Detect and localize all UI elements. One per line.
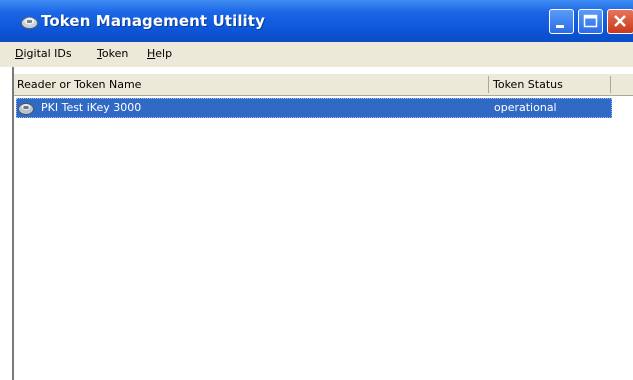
column-header-status[interactable]: Token Status: [493, 78, 563, 91]
title-bar[interactable]: Token Management Utility: [0, 0, 633, 42]
menu-bar: Digital IDs Token Help: [0, 42, 633, 67]
token-name-cell: PKI Test iKey 3000: [41, 101, 142, 114]
token-icon: [21, 17, 38, 29]
menu-help[interactable]: Help: [147, 47, 172, 60]
menu-digital-ids[interactable]: Digital IDs: [15, 47, 72, 60]
close-button[interactable]: [607, 9, 633, 34]
table-row[interactable]: PKI Test iKey 3000 operational: [16, 98, 612, 118]
list-header: Reader or Token Name Token Status: [14, 73, 633, 96]
token-status-cell: operational: [494, 101, 557, 114]
minimize-button[interactable]: [549, 9, 574, 34]
key-token-icon: [18, 103, 34, 115]
minimize-icon: [556, 25, 564, 28]
menu-token[interactable]: Token: [97, 47, 128, 60]
app-window: Token Management Utility Digital IDs Tok…: [0, 0, 633, 380]
maximize-button[interactable]: [578, 9, 603, 34]
column-divider[interactable]: [610, 76, 611, 93]
close-icon: [614, 15, 626, 27]
column-divider[interactable]: [488, 76, 489, 93]
column-header-name[interactable]: Reader or Token Name: [17, 78, 141, 91]
maximize-icon: [583, 14, 598, 28]
window-title: Token Management Utility: [41, 12, 265, 30]
